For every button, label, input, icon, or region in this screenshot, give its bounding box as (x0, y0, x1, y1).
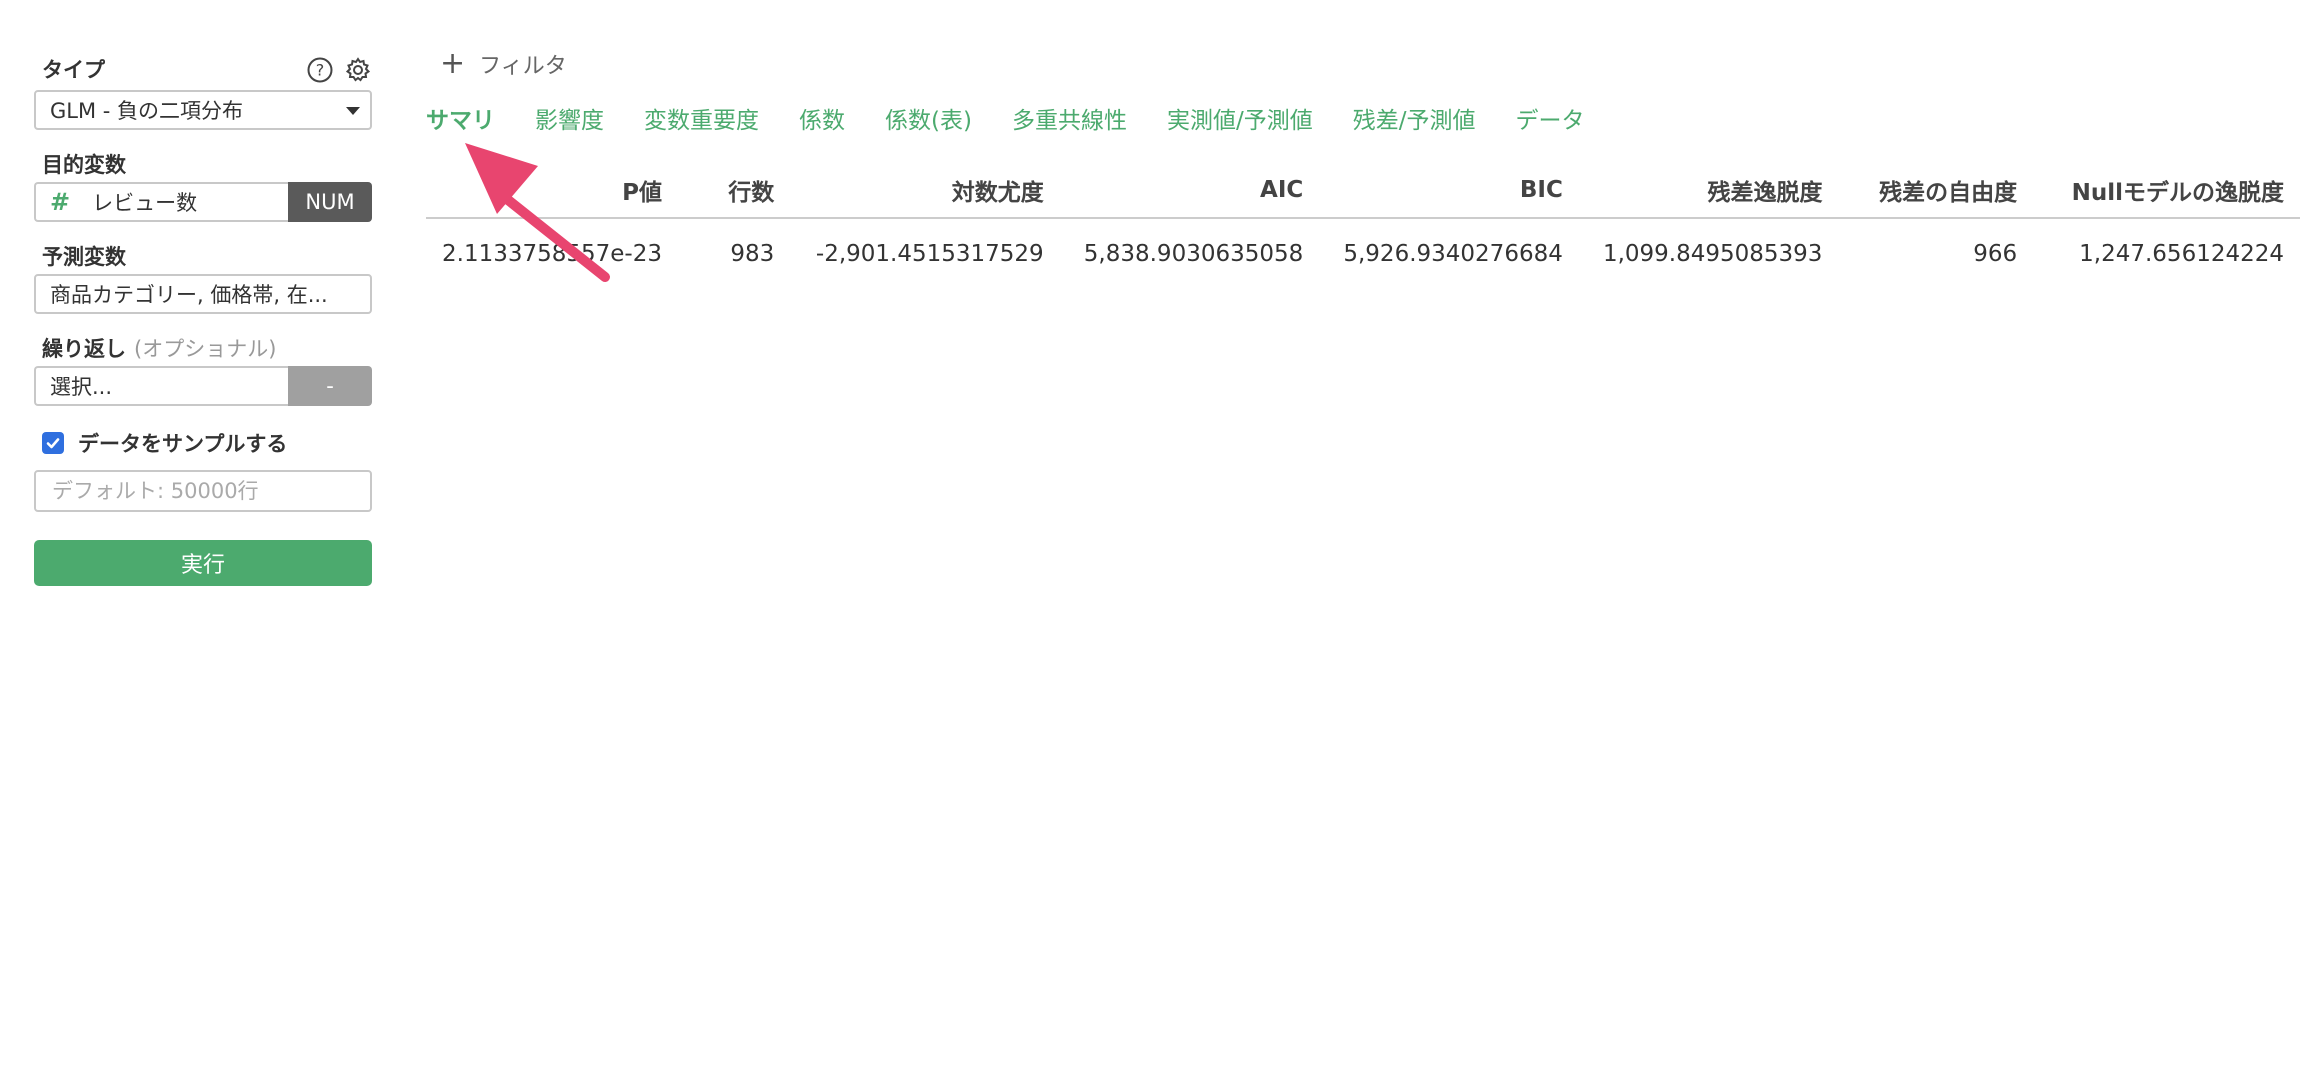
table-cell: 2.1133758557e-23 (442, 240, 662, 267)
repeat-label: 繰り返し (オプショナル) (42, 334, 372, 364)
column-header: 対数尤度 (790, 162, 1060, 219)
tab-summary[interactable]: サマリ (426, 101, 495, 135)
hash-icon: # (50, 188, 71, 216)
target-label: 目的変数 (42, 153, 126, 177)
tab-influence[interactable]: 影響度 (535, 101, 604, 135)
target-variable-field[interactable]: # レビュー数 (34, 182, 288, 222)
table-cell: 1,247.656124224 (2079, 240, 2284, 267)
sidebar: タイプ ? GLM - 負の二項分布 目的変数 # レビュー数 NUM 予測変数… (34, 52, 372, 586)
tab-multicollinearity[interactable]: 多重共線性 (1012, 101, 1127, 135)
predictor-variables-select[interactable]: 商品カテゴリー, 価格帯, 在... (34, 274, 372, 314)
main-panel: + フィルタ サマリ 影響度 変数重要度 係数 係数(表) 多重共線性 実測値/… (426, 44, 2300, 288)
sample-data-row: データをサンプルする (42, 428, 372, 458)
type-badge: NUM (288, 182, 372, 222)
repeat-badge[interactable]: - (288, 366, 372, 406)
table-cell: 5,926.9340276684 (1343, 240, 1563, 267)
table-cell: 5,838.9030635058 (1083, 240, 1304, 267)
column-header: 行数 (678, 162, 791, 219)
table-cell: 983 (730, 240, 775, 267)
tab-data[interactable]: データ (1515, 101, 1584, 135)
tab-variable-importance[interactable]: 変数重要度 (644, 101, 759, 135)
summary-table: P値 行数 対数尤度 AIC BIC 残差逸脱度 残差の自由度 Nullモデルの… (426, 162, 2300, 288)
target-variable-select[interactable]: # レビュー数 NUM (34, 182, 372, 222)
table-cell: 1,099.8495085393 (1602, 240, 1823, 267)
help-icon[interactable]: ? (306, 56, 334, 84)
add-filter-button[interactable]: + フィルタ (440, 44, 2298, 84)
check-icon (46, 438, 60, 449)
column-header: BIC (1319, 162, 1579, 219)
table-cell: 966 (1973, 240, 2018, 267)
table-header-row: P値 行数 対数尤度 AIC BIC 残差逸脱度 残差の自由度 Nullモデルの… (426, 162, 2300, 219)
sample-data-checkbox[interactable] (42, 432, 64, 454)
column-header: 残差の自由度 (1838, 162, 2034, 219)
column-header: P値 (426, 162, 678, 219)
repeat-select-value: 選択... (50, 375, 113, 399)
chevron-down-icon (346, 107, 360, 115)
column-header: Nullモデルの逸脱度 (2033, 162, 2300, 219)
sample-data-label: データをサンプルする (78, 432, 288, 456)
table-row: 2.1133758557e-23 983 -2,901.4515317529 5… (426, 218, 2300, 288)
tab-residual-vs-predicted[interactable]: 残差/予測値 (1353, 101, 1476, 135)
svg-text:?: ? (316, 61, 325, 80)
model-type-value: GLM - 負の二項分布 (50, 99, 244, 123)
tab-actual-vs-predicted[interactable]: 実測値/予測値 (1167, 101, 1313, 135)
repeat-select[interactable]: 選択... - (34, 366, 372, 406)
filter-label: フィルタ (479, 54, 567, 79)
column-header: AIC (1059, 162, 1320, 219)
predictor-variables-value: 商品カテゴリー, 価格帯, 在... (50, 283, 328, 307)
type-label: タイプ (42, 58, 105, 82)
model-type-select[interactable]: GLM - 負の二項分布 (34, 90, 372, 130)
sample-size-input[interactable] (34, 470, 372, 512)
type-header: タイプ ? (34, 52, 372, 88)
tab-coefficients-table[interactable]: 係数(表) (885, 101, 972, 135)
target-variable-value: レビュー数 (92, 191, 198, 215)
table-cell: -2,901.4515317529 (815, 240, 1044, 267)
repeat-optional-text: (オプショナル) (134, 337, 277, 361)
repeat-label-text: 繰り返し (42, 337, 126, 361)
tab-bar: サマリ 影響度 変数重要度 係数 係数(表) 多重共線性 実測値/予測値 残差/… (426, 92, 2298, 144)
run-button[interactable]: 実行 (34, 540, 372, 586)
column-header: 残差逸脱度 (1578, 162, 1839, 219)
repeat-select-field[interactable]: 選択... (34, 366, 288, 406)
plus-icon: + (440, 46, 466, 81)
gear-icon[interactable] (344, 56, 372, 84)
predictor-label: 予測変数 (42, 245, 126, 269)
header-icons: ? (306, 56, 372, 84)
tab-coefficients[interactable]: 係数 (799, 101, 845, 135)
